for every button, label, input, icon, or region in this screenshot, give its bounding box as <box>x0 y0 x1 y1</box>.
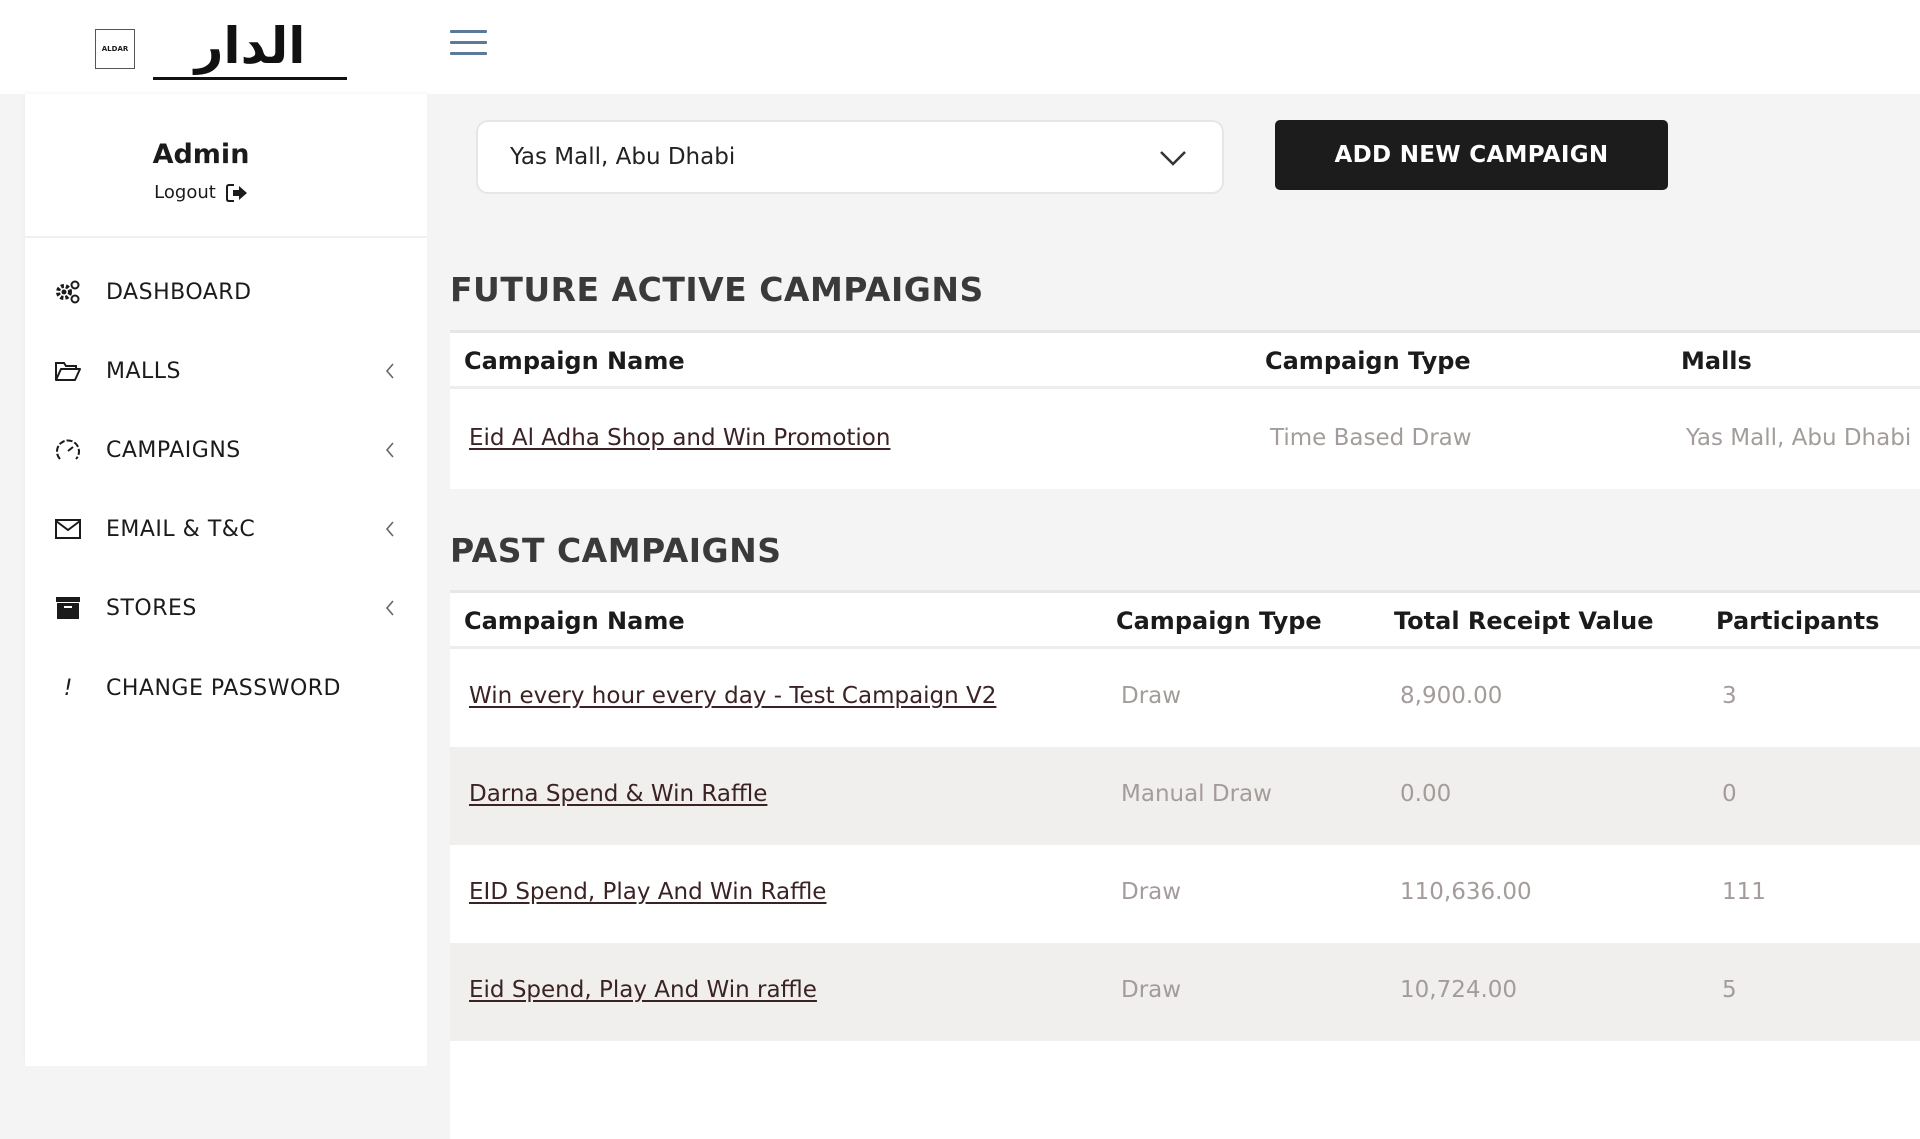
participants-count: 3 <box>1722 683 1737 709</box>
logout-link[interactable]: Logout <box>25 182 377 203</box>
table-row: EID Spend, Play And Win Raffle Draw 110,… <box>450 845 1920 943</box>
campaign-type: Draw <box>1121 977 1182 1003</box>
past-campaigns-title: PAST CAMPAIGNS <box>450 531 782 570</box>
column-header[interactable]: Malls <box>1681 347 1752 375</box>
table-row: Eid Al Adha Shop and Win Promotion Time … <box>450 389 1920 489</box>
logo-wordmark[interactable]: الدار <box>153 17 347 80</box>
table-row: Win every hour every day - Test Campaign… <box>450 649 1920 747</box>
exclamation-icon: ! <box>63 675 73 701</box>
column-header[interactable]: Campaign Type <box>1265 347 1471 375</box>
add-new-campaign-button[interactable]: ADD NEW CAMPAIGN <box>1275 120 1668 190</box>
total-receipt-value: 8,900.00 <box>1400 683 1503 709</box>
campaign-name-link[interactable]: Win every hour every day - Test Campaign… <box>469 683 996 709</box>
sidebar-item-dashboard[interactable]: DASHBOARD <box>25 262 427 322</box>
total-receipt-value: 0.00 <box>1400 781 1452 807</box>
logo-badge[interactable]: ALDAR <box>95 29 135 69</box>
sidebar-item-email-tc[interactable]: EMAIL & T&C <box>25 499 427 559</box>
envelope-icon <box>53 514 83 544</box>
campaign-name-link[interactable]: Eid Spend, Play And Win raffle <box>469 977 817 1003</box>
campaign-type: Manual Draw <box>1121 781 1272 807</box>
sidebar-divider <box>25 236 427 238</box>
column-header[interactable]: Campaign Type <box>1116 607 1322 635</box>
campaign-name-link[interactable]: EID Spend, Play And Win Raffle <box>469 879 826 905</box>
mall-select-dropdown[interactable]: Yas Mall, Abu Dhabi <box>476 120 1224 194</box>
campaign-name-link[interactable]: Darna Spend & Win Raffle <box>469 781 767 807</box>
campaign-type: Time Based Draw <box>1270 425 1472 451</box>
sidebar-item-label: CAMPAIGNS <box>106 437 241 463</box>
folder-open-icon <box>53 356 83 386</box>
sidebar-item-label: CHANGE PASSWORD <box>106 675 341 701</box>
main-content: Yas Mall, Abu Dhabi ADD NEW CAMPAIGN FUT… <box>427 94 1920 1139</box>
table-row: Eid Spend, Play And Win raffle Draw 10,7… <box>450 943 1920 1041</box>
chevron-left-icon[interactable] <box>380 440 400 460</box>
column-header[interactable]: Campaign Name <box>464 347 685 375</box>
top-bar: ALDAR الدار <box>0 0 1920 94</box>
participants-count: 111 <box>1722 879 1766 905</box>
logo-wordmark-text: الدار <box>194 17 306 75</box>
sidebar: Admin Logout DASHBOARD MALLS CAMPAIGNS E… <box>25 94 427 1066</box>
total-receipt-value: 110,636.00 <box>1400 879 1532 905</box>
hamburger-icon <box>450 30 487 33</box>
campaign-type: Draw <box>1121 683 1182 709</box>
participants-count: 0 <box>1722 781 1737 807</box>
sidebar-item-label: EMAIL & T&C <box>106 516 256 542</box>
chevron-left-icon[interactable] <box>380 519 400 539</box>
chevron-left-icon[interactable] <box>380 598 400 618</box>
logo-underline <box>153 77 347 80</box>
logout-label: Logout <box>154 182 216 203</box>
sidebar-item-malls[interactable]: MALLS <box>25 341 427 401</box>
logo-badge-text: ALDAR <box>101 44 129 53</box>
chevron-down-icon <box>1160 151 1186 166</box>
sidebar-item-campaigns[interactable]: CAMPAIGNS <box>25 420 427 480</box>
future-campaigns-title: FUTURE ACTIVE CAMPAIGNS <box>450 270 984 309</box>
sidebar-item-label: MALLS <box>106 358 182 384</box>
sidebar-item-label: DASHBOARD <box>106 279 252 305</box>
total-receipt-value: 10,724.00 <box>1400 977 1518 1003</box>
column-header[interactable]: Total Receipt Value <box>1394 607 1653 635</box>
table-row <box>450 1041 1920 1139</box>
chevron-left-icon[interactable] <box>380 361 400 381</box>
column-header[interactable]: Campaign Name <box>464 607 685 635</box>
speedometer-icon <box>53 435 83 465</box>
campaign-name-link[interactable]: Eid Al Adha Shop and Win Promotion <box>469 425 890 451</box>
campaign-type: Draw <box>1121 879 1182 905</box>
table-header: Campaign Name Campaign Type Malls <box>450 330 1920 389</box>
campaign-malls: Yas Mall, Abu Dhabi <box>1686 425 1912 451</box>
gears-icon <box>53 277 83 307</box>
sidebar-item-label: STORES <box>106 595 197 621</box>
participants-count: 5 <box>1722 977 1737 1003</box>
sign-out-icon <box>225 183 247 202</box>
column-header[interactable]: Participants <box>1716 607 1879 635</box>
mall-select-value: Yas Mall, Abu Dhabi <box>510 144 736 170</box>
user-name: Admin <box>152 139 250 170</box>
archive-box-icon <box>53 593 83 623</box>
sidebar-item-stores[interactable]: STORES <box>25 578 427 638</box>
hamburger-menu-button[interactable] <box>450 28 487 56</box>
table-header: Campaign Name Campaign Type Total Receip… <box>450 590 1920 649</box>
sidebar-item-change-password[interactable]: ! CHANGE PASSWORD <box>25 658 427 718</box>
table-row: Darna Spend & Win Raffle Manual Draw 0.0… <box>450 747 1920 845</box>
